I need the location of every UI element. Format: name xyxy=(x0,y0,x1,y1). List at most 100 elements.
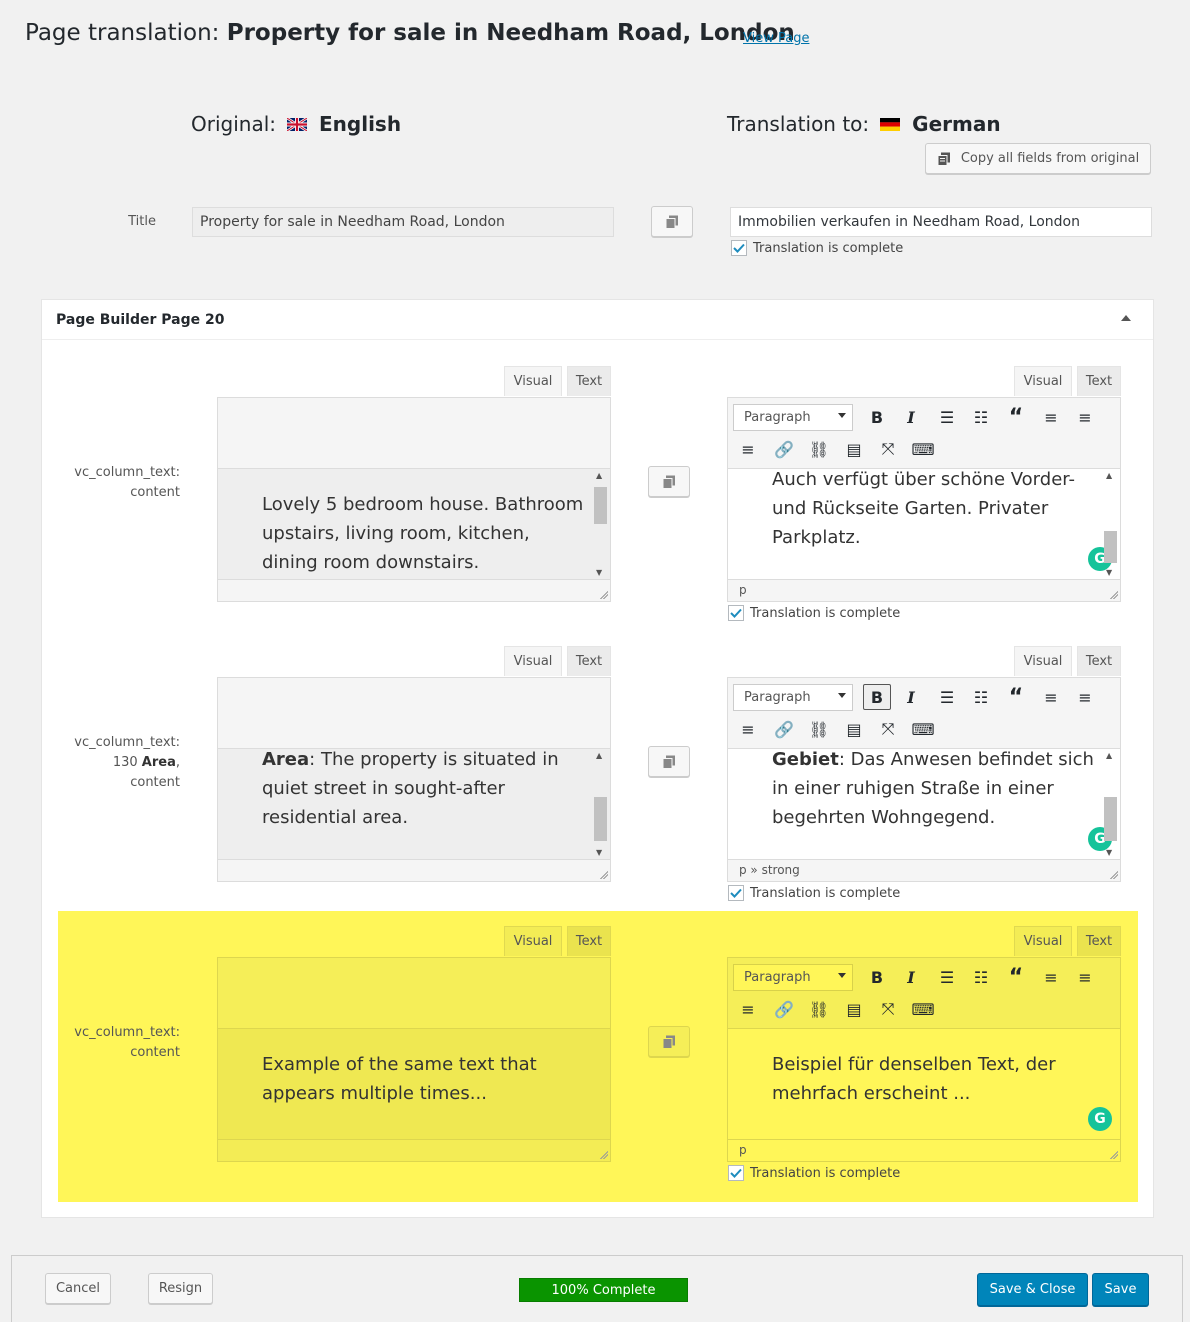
uk-flag-icon xyxy=(287,117,307,131)
bullet-list-icon[interactable]: ☰ xyxy=(933,684,961,710)
align-center-icon[interactable]: ≡ xyxy=(1071,684,1099,710)
checkmark-icon xyxy=(730,608,742,618)
translation-tab-text[interactable]: Text xyxy=(1077,366,1121,396)
blockquote-icon[interactable]: “ xyxy=(1002,404,1030,430)
translation-editor-content[interactable]: Beispiel für denselben Text, der mehrfac… xyxy=(727,1029,1121,1139)
bullet-list-icon[interactable]: ☰ xyxy=(933,964,961,990)
copy-all-fields-button[interactable]: Copy all fields from original xyxy=(925,143,1151,174)
align-left-icon[interactable]: ≡ xyxy=(1037,964,1065,990)
align-center-icon[interactable]: ≡ xyxy=(1071,404,1099,430)
toolbar-toggle-icon[interactable]: ⌨ xyxy=(909,996,937,1022)
view-page-link[interactable]: View Page xyxy=(743,31,809,46)
blockquote-icon[interactable]: “ xyxy=(1002,684,1030,710)
checkbox[interactable] xyxy=(728,885,744,901)
checkbox[interactable] xyxy=(728,605,744,621)
panel-header[interactable]: Page Builder Page 20 xyxy=(42,300,1153,340)
fullscreen-icon[interactable]: ⤧ xyxy=(874,716,902,742)
read-more-icon[interactable]: ▤ xyxy=(840,716,868,742)
cancel-button[interactable]: Cancel xyxy=(45,1273,111,1304)
bullet-list-icon[interactable]: ☰ xyxy=(933,404,961,430)
original-tab-text[interactable]: Text xyxy=(567,366,611,396)
align-center-icon[interactable]: ≡ xyxy=(1071,964,1099,990)
resize-handle[interactable] xyxy=(1109,870,1118,879)
scrollbar[interactable]: ▲ ▼ xyxy=(593,469,608,579)
fullscreen-icon[interactable]: ⤧ xyxy=(874,996,902,1022)
copy-block-1-button[interactable] xyxy=(648,466,690,497)
scrollbar[interactable]: ▲ ▼ xyxy=(1103,749,1118,859)
checkmark-icon xyxy=(733,243,745,253)
copy-block-3-button[interactable] xyxy=(648,1026,690,1057)
collapse-toggle-icon[interactable] xyxy=(1121,315,1131,321)
copy-title-button[interactable] xyxy=(651,206,693,237)
unlink-icon[interactable]: ⛓ xyxy=(805,996,833,1022)
original-editor-content: Area: The property is situated in quiet … xyxy=(217,749,611,859)
original-tab-text[interactable]: Text xyxy=(567,646,611,676)
original-editor-statusbar xyxy=(217,1139,611,1162)
checkbox[interactable] xyxy=(731,240,747,256)
save-button[interactable]: Save xyxy=(1092,1273,1149,1306)
format-select[interactable]: Paragraph xyxy=(733,684,853,711)
original-tab-visual[interactable]: Visual xyxy=(504,926,562,956)
save-and-close-button[interactable]: Save & Close xyxy=(977,1273,1088,1306)
original-editor-toolbar xyxy=(217,397,611,469)
read-more-icon[interactable]: ▤ xyxy=(840,436,868,462)
numbered-list-icon[interactable]: ☷ xyxy=(967,964,995,990)
unlink-icon[interactable]: ⛓ xyxy=(805,716,833,742)
format-select[interactable]: Paragraph xyxy=(733,404,853,431)
toolbar-toggle-icon[interactable]: ⌨ xyxy=(909,716,937,742)
bold-icon[interactable]: B xyxy=(863,964,891,990)
block-1-complete-checkbox[interactable]: Translation is complete xyxy=(728,605,900,621)
progress-bar: 100% Complete xyxy=(519,1278,688,1302)
align-left-icon[interactable]: ≡ xyxy=(1037,404,1065,430)
align-right-icon[interactable]: ≡ xyxy=(734,996,762,1022)
resize-handle[interactable] xyxy=(1109,590,1118,599)
format-select[interactable]: Paragraph xyxy=(733,964,853,991)
translation-tab-text[interactable]: Text xyxy=(1077,646,1121,676)
read-more-icon[interactable]: ▤ xyxy=(840,996,868,1022)
link-icon[interactable]: 🔗 xyxy=(770,716,798,742)
bold-icon[interactable]: B xyxy=(863,684,891,710)
original-language-header: Original: English xyxy=(191,112,402,136)
align-right-icon[interactable]: ≡ xyxy=(734,716,762,742)
translation-tab-visual[interactable]: Visual xyxy=(1014,926,1072,956)
toolbar-toggle-icon[interactable]: ⌨ xyxy=(909,436,937,462)
italic-icon[interactable]: I xyxy=(897,684,925,710)
original-tab-visual[interactable]: Visual xyxy=(504,366,562,396)
numbered-list-icon[interactable]: ☷ xyxy=(967,684,995,710)
link-icon[interactable]: 🔗 xyxy=(770,436,798,462)
numbered-list-icon[interactable]: ☷ xyxy=(967,404,995,430)
translation-tab-visual[interactable]: Visual xyxy=(1014,646,1072,676)
scrollbar[interactable]: ▲ ▼ xyxy=(593,749,608,859)
translation-tab-visual[interactable]: Visual xyxy=(1014,366,1072,396)
align-left-icon[interactable]: ≡ xyxy=(1037,684,1065,710)
checkbox[interactable] xyxy=(728,1165,744,1181)
grammarly-icon[interactable]: G xyxy=(1088,1107,1112,1131)
title-translation-input[interactable]: Immobilien verkaufen in Needham Road, Lo… xyxy=(730,207,1152,237)
resize-handle[interactable] xyxy=(599,590,608,599)
translation-editor-content[interactable]: Auch verfügt über schöne Vorder- und Rüc… xyxy=(727,469,1121,579)
title-complete-checkbox[interactable]: Translation is complete xyxy=(731,240,903,256)
unlink-icon[interactable]: ⛓ xyxy=(805,436,833,462)
blockquote-icon[interactable]: “ xyxy=(1002,964,1030,990)
fullscreen-icon[interactable]: ⤧ xyxy=(874,436,902,462)
original-editor-statusbar xyxy=(217,579,611,602)
translation-editor-content[interactable]: Gebiet: Das Anwesen befindet sich in ein… xyxy=(727,749,1121,859)
resign-button[interactable]: Resign xyxy=(148,1273,213,1304)
copy-block-2-button[interactable] xyxy=(648,746,690,777)
block-3-complete-checkbox[interactable]: Translation is complete xyxy=(728,1165,900,1181)
bold-icon[interactable]: B xyxy=(863,404,891,430)
block-2-complete-checkbox[interactable]: Translation is complete xyxy=(728,885,900,901)
original-tab-text[interactable]: Text xyxy=(567,926,611,956)
scrollbar[interactable]: ▲ ▼ xyxy=(1103,469,1118,579)
italic-icon[interactable]: I xyxy=(897,404,925,430)
resize-handle[interactable] xyxy=(599,1150,608,1159)
translation-editor-statusbar: p xyxy=(727,1139,1121,1162)
original-tab-visual[interactable]: Visual xyxy=(504,646,562,676)
translation-tab-text[interactable]: Text xyxy=(1077,926,1121,956)
translation-editor-toolbar: Paragraph B I ☰ ☷ “ ≡ ≡ ≡ 🔗 ⛓ ▤ ⤧ ⌨ xyxy=(727,677,1121,749)
link-icon[interactable]: 🔗 xyxy=(770,996,798,1022)
align-right-icon[interactable]: ≡ xyxy=(734,436,762,462)
resize-handle[interactable] xyxy=(599,870,608,879)
italic-icon[interactable]: I xyxy=(897,964,925,990)
resize-handle[interactable] xyxy=(1109,1150,1118,1159)
